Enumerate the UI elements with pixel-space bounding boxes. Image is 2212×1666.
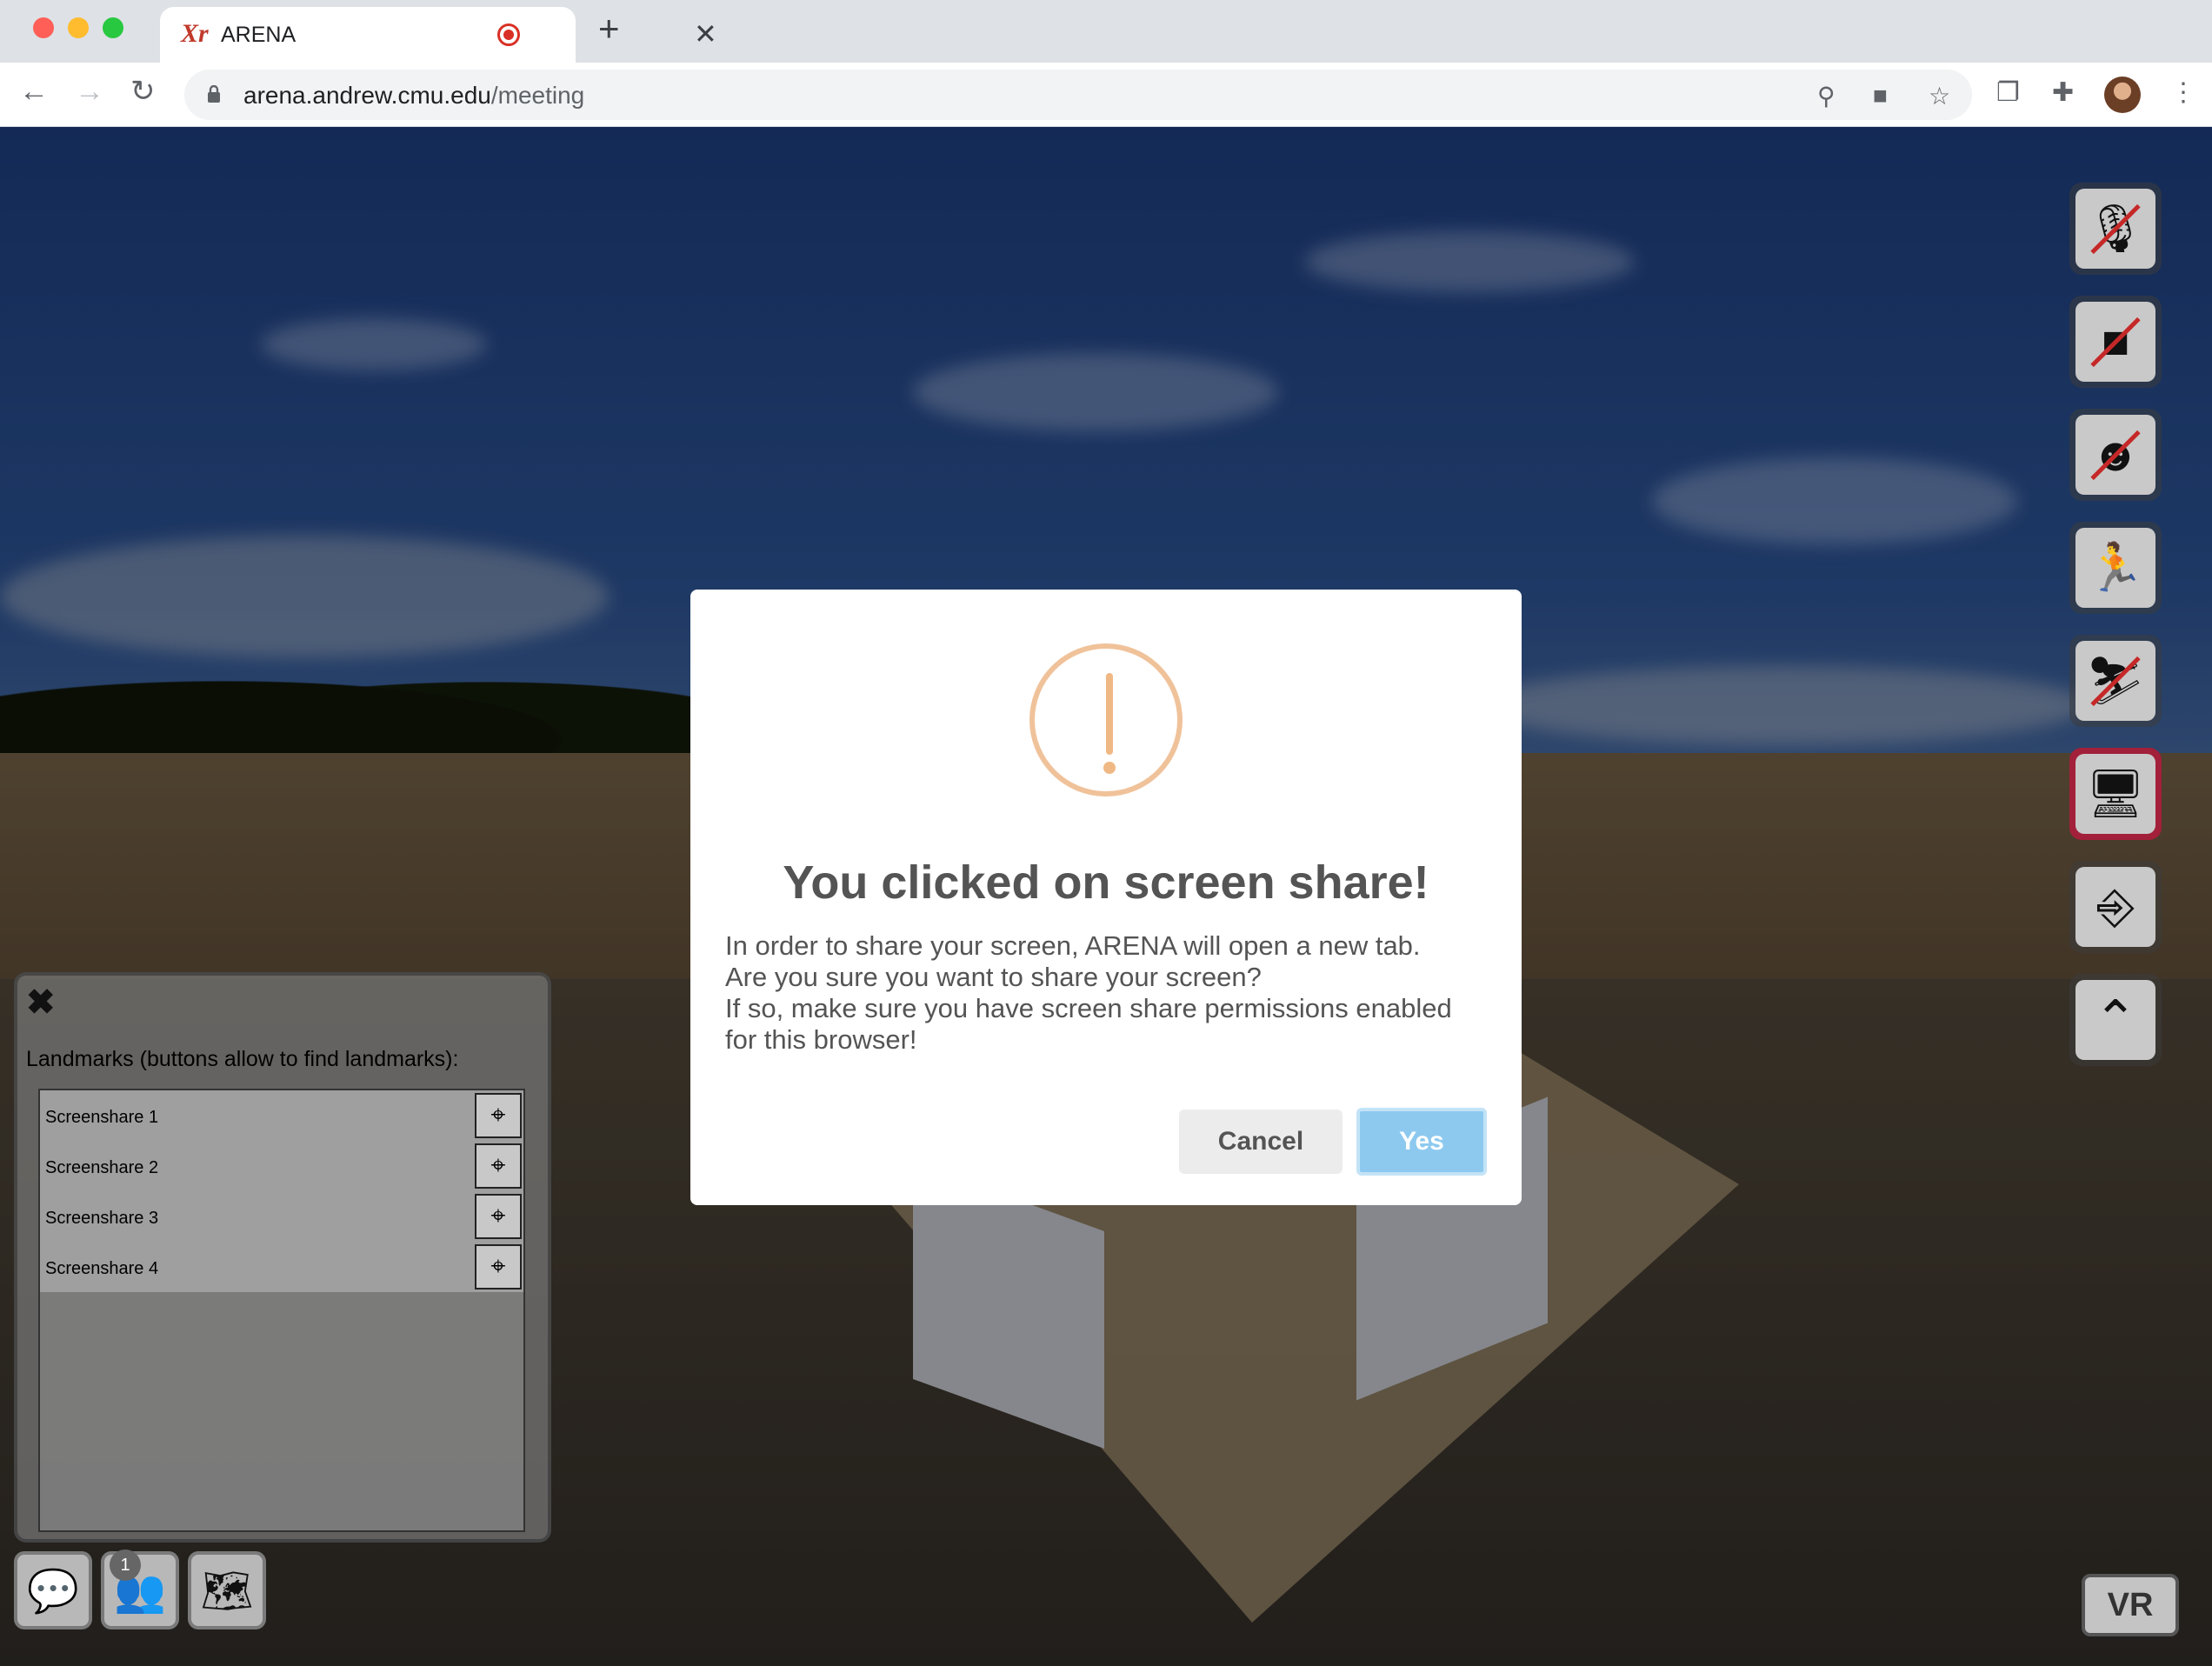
speed-toggle-button[interactable]: 🏃 [2069, 522, 2162, 614]
find-landmark-button[interactable]: ⌖ [475, 1093, 522, 1138]
url-text: arena.andrew.cmu.edu/meeting [243, 82, 585, 109]
microphone-muted-icon: 🎙 [2085, 203, 2146, 255]
landmark-label: Screenshare 1 [45, 1108, 159, 1127]
tab-title: ARENA [221, 23, 296, 47]
chat-button[interactable]: 💬 [14, 1551, 92, 1629]
landmarks-title: Landmarks (buttons allow to find landmar… [26, 1047, 459, 1071]
logout-button[interactable]: ⎆ [2069, 861, 2162, 953]
warning-icon [1029, 643, 1183, 796]
landmark-label: Screenshare 3 [45, 1209, 159, 1228]
back-arrow-icon[interactable]: ← [19, 77, 49, 106]
chat-bubble-icon: 💬 [27, 1568, 79, 1615]
enter-vr-button[interactable]: VR [2082, 1574, 2179, 1636]
list-item: Screenshare 2 ⌖ [40, 1141, 523, 1191]
lock-icon [208, 85, 220, 103]
screen-share-button[interactable]: 🖥 [2069, 748, 2162, 840]
yes-button[interactable]: Yes [1356, 1108, 1487, 1176]
recording-indicator-icon [497, 23, 520, 46]
minimize-window-button[interactable] [68, 17, 89, 38]
landmarks-panel: ✖ Landmarks (buttons allow to find landm… [14, 972, 551, 1543]
close-window-button[interactable] [33, 17, 54, 38]
running-figure-icon: 🏃 [2086, 542, 2145, 594]
camera-icon[interactable]: ■ [1873, 82, 1888, 110]
list-item: Screenshare 1 ⌖ [40, 1090, 523, 1141]
exit-door-icon: ⎆ [2096, 881, 2135, 933]
face-tracking-toggle-button[interactable]: ☻ [2069, 409, 2162, 501]
list-item: Screenshare 3 ⌖ [40, 1191, 523, 1242]
find-landmark-button[interactable]: ⌖ [475, 1143, 522, 1189]
forward-arrow-icon[interactable]: → [75, 77, 104, 106]
fly-toggle-button[interactable]: ⛷ [2069, 635, 2162, 727]
camera-toggle-button[interactable]: ■ [2069, 296, 2162, 388]
reload-icon[interactable]: ↻ [130, 77, 156, 106]
face-tracking-off-icon: ☻ [2090, 429, 2141, 481]
profile-avatar[interactable] [2104, 77, 2141, 113]
bookmark-star-icon[interactable]: ☆ [1929, 82, 1950, 110]
map-icon: 🗺 [200, 1568, 254, 1615]
dialog-title: You clicked on screen share! [783, 856, 1429, 909]
find-landmark-button[interactable]: ⌖ [475, 1194, 522, 1239]
puzzle-extensions-icon[interactable]: ✚ [2052, 80, 2074, 106]
map-pin-icon: ⌖ [490, 1101, 506, 1130]
video-off-icon: ■ [2101, 316, 2130, 368]
users-count-badge: 1 [110, 1549, 141, 1581]
find-landmark-button[interactable]: ⌖ [475, 1244, 522, 1289]
collapse-controls-button[interactable]: ⌃ [2069, 974, 2162, 1066]
cancel-button[interactable]: Cancel [1179, 1110, 1343, 1174]
microphone-toggle-button[interactable]: 🎙 [2069, 183, 2162, 275]
menu-kebab-icon[interactable]: ⋮ [2170, 80, 2196, 106]
landmark-label: Screenshare 2 [45, 1158, 159, 1177]
dialog-line: If so, make sure you have screen share p… [725, 993, 1452, 1023]
chevron-up-icon: ⌃ [2093, 990, 2138, 1049]
browser-toolbar: ← → ↻ arena.andrew.cmu.edu/meeting ⚲ ■ ☆… [0, 63, 2212, 127]
flying-figure-off-icon: ⛷ [2085, 655, 2146, 707]
browser-tab[interactable]: Xr ARENA ✕ [160, 7, 717, 63]
map-pin-icon: ⌖ [490, 1252, 506, 1281]
browser-tab-bar: Xr ARENA ✕ + [0, 0, 2212, 63]
monitor-icon: 🖥 [2085, 768, 2146, 820]
map-pin-icon: ⌖ [490, 1151, 506, 1180]
extensions-stack-icon[interactable]: ❐ [1996, 80, 2020, 106]
map-pin-icon: ⌖ [490, 1202, 506, 1230]
close-icon[interactable]: ✖ [26, 983, 56, 1023]
landmarks-map-button[interactable]: 🗺 [188, 1551, 266, 1629]
location-blocked-icon[interactable]: ⚲ [1817, 82, 1836, 110]
landmark-label: Screenshare 4 [45, 1259, 159, 1278]
arena-favicon-icon: Xr [181, 19, 209, 48]
new-tab-button[interactable]: + [598, 10, 620, 47]
list-item: Screenshare 4 ⌖ [40, 1242, 523, 1292]
dialog-message: In order to share your screen, ARENA wil… [725, 930, 1490, 1056]
maximize-window-button[interactable] [103, 17, 123, 38]
close-tab-icon[interactable]: ✕ [694, 17, 717, 50]
dialog-line: for this browser! [725, 1024, 917, 1055]
dialog-line: In order to share your screen, ARENA wil… [725, 930, 1421, 961]
dialog-line: Are you sure you want to share your scre… [725, 962, 1262, 992]
screen-share-dialog: You clicked on screen share! In order to… [690, 590, 1522, 1205]
landmarks-list: Screenshare 1 ⌖ Screenshare 2 ⌖ Screensh… [38, 1089, 525, 1532]
address-bar[interactable]: arena.andrew.cmu.edu/meeting ⚲ ■ ☆ [184, 70, 1972, 120]
